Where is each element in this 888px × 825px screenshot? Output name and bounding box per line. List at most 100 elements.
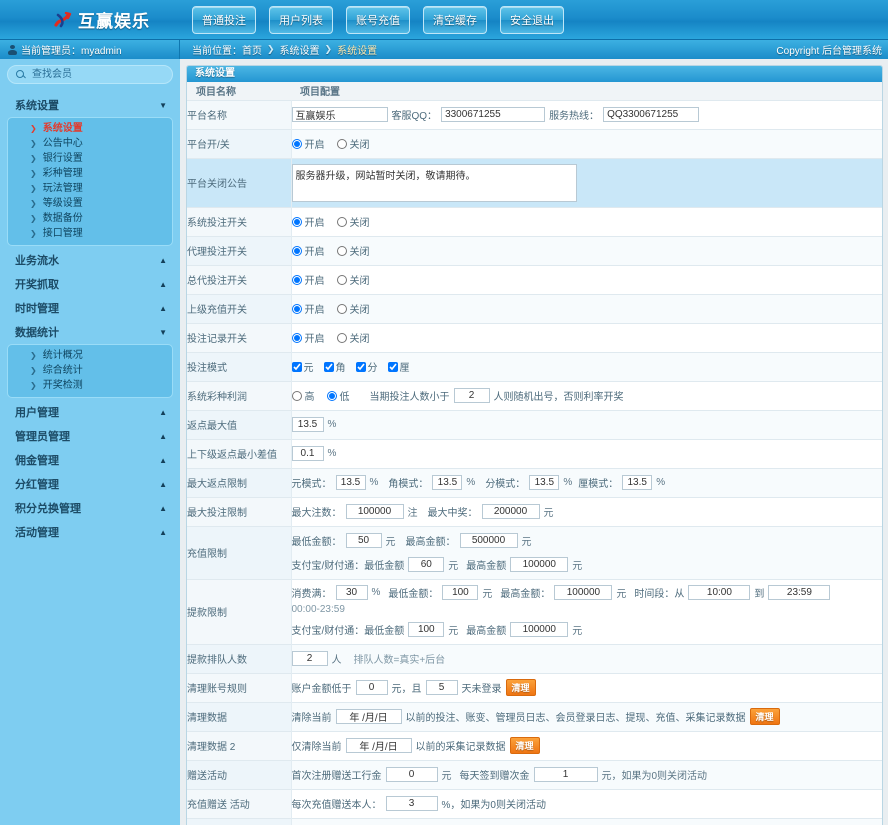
system-bet-on-radio[interactable]	[291, 216, 302, 227]
lottery-profit-high-radio[interactable]	[291, 390, 302, 401]
system-bet-on[interactable]: 开启	[291, 214, 325, 229]
bet-mode-fen-checkbox[interactable]	[355, 361, 366, 372]
clean-data-button[interactable]: 清理	[749, 708, 780, 725]
platform-switch-on[interactable]: 开启	[291, 136, 325, 151]
withdraw-time-from-input[interactable]	[688, 584, 751, 600]
rebate-jiao-input[interactable]	[432, 475, 463, 490]
withdraw-alipay-min-input[interactable]	[408, 622, 445, 637]
recharge-alipay-max-input[interactable]	[510, 557, 569, 572]
sidebar-group-points-exchange-management[interactable]: 积分兑换管理 ▲	[7, 496, 173, 520]
gift-register-input[interactable]	[385, 767, 438, 782]
clean-data2-date-input[interactable]	[345, 738, 412, 753]
withdraw-min-input[interactable]	[442, 584, 479, 600]
recharge-gift-input[interactable]	[385, 796, 438, 811]
bet-record-on[interactable]: 开启	[291, 330, 325, 345]
lottery-profit-high[interactable]: 高	[291, 388, 315, 403]
logo[interactable]: 互赢娱乐	[52, 7, 150, 32]
nav-account-recharge[interactable]: 账号充值	[346, 5, 410, 34]
lottery-profit-low[interactable]: 低	[326, 388, 350, 403]
agent-bet-off[interactable]: 关闭	[336, 243, 370, 258]
upper-recharge-off[interactable]: 关闭	[336, 301, 370, 316]
sidebar-item-interface-management[interactable]: ❯ 接口管理	[8, 227, 172, 241]
system-bet-off-radio[interactable]	[336, 216, 347, 227]
sidebar-item-lottery-management[interactable]: ❯ 彩种管理	[8, 167, 172, 181]
sidebar-item-data-backup[interactable]: ❯ 数据备份	[8, 212, 172, 226]
recharge-max-input[interactable]	[459, 533, 518, 548]
general-agent-bet-off-radio[interactable]	[336, 274, 347, 285]
withdraw-consume-input[interactable]	[335, 584, 368, 600]
upper-recharge-on[interactable]: 开启	[291, 301, 325, 316]
system-bet-off[interactable]: 关闭	[336, 214, 370, 229]
sidebar-group-data-statistics[interactable]: 数据统计 ▼	[7, 320, 173, 344]
lottery-profit-count-input[interactable]	[453, 388, 490, 403]
rebate-fen-input[interactable]	[529, 475, 560, 490]
upper-recharge-off-radio[interactable]	[336, 303, 347, 314]
nav-user-list[interactable]: 用户列表	[269, 5, 333, 34]
agent-bet-on[interactable]: 开启	[291, 243, 325, 258]
search-input[interactable]	[30, 68, 164, 81]
bet-record-off[interactable]: 关闭	[336, 330, 370, 345]
sidebar-group-dividend-management[interactable]: 分红管理 ▲	[7, 472, 173, 496]
platform-switch-on-radio[interactable]	[291, 138, 302, 149]
nav-normal-bet[interactable]: 普通投注	[192, 5, 256, 34]
general-agent-bet-on[interactable]: 开启	[291, 272, 325, 287]
gift-signin-input[interactable]	[533, 767, 598, 782]
close-notice-textarea[interactable]: 服务器升级，网站暂时关闭，敬请期待。	[291, 163, 577, 202]
platform-name-input[interactable]	[291, 107, 388, 122]
nav-clear-cache[interactable]: 清空缓存	[423, 5, 487, 34]
member-search[interactable]	[7, 65, 173, 84]
rebate-li-input[interactable]	[622, 475, 653, 490]
sidebar-item-draw-detection[interactable]: ❯ 开奖检测	[8, 379, 172, 393]
clean-account-button[interactable]: 清理	[505, 679, 536, 696]
clean-data-date-input[interactable]	[335, 709, 402, 724]
upper-recharge-on-radio[interactable]	[291, 303, 302, 314]
recharge-min-input[interactable]	[345, 533, 382, 548]
bet-mode-li[interactable]: 厘	[387, 359, 410, 374]
sidebar-item-comprehensive-statistics[interactable]: ❯ 综合统计	[8, 364, 172, 378]
withdraw-queue-input[interactable]	[291, 651, 328, 666]
sidebar-item-statistics-overview[interactable]: ❯ 统计概况	[8, 349, 172, 363]
service-qq-input[interactable]	[441, 107, 546, 122]
breadcrumb-home[interactable]: 当前位置：首页	[192, 42, 262, 57]
sidebar-item-bank-settings[interactable]: ❯ 银行设置	[8, 152, 172, 166]
max-rebate-input[interactable]	[291, 417, 324, 432]
bet-record-on-radio[interactable]	[291, 332, 302, 343]
sidebar-group-system-settings[interactable]: 系统设置 ▼	[7, 93, 173, 117]
rebate-yuan-input[interactable]	[335, 475, 366, 490]
sidebar-group-draw-fetch[interactable]: 开奖抓取 ▲	[7, 272, 173, 296]
nav-logout[interactable]: 安全退出	[500, 5, 564, 34]
clean-account-days-input[interactable]	[425, 680, 458, 695]
sidebar-group-admin-management[interactable]: 管理员管理 ▲	[7, 424, 173, 448]
agent-bet-on-radio[interactable]	[291, 245, 302, 256]
sidebar-item-playmode-management[interactable]: ❯ 玩法管理	[8, 182, 172, 196]
max-win-input[interactable]	[481, 504, 540, 519]
clean-account-amount-input[interactable]	[355, 680, 388, 695]
service-hotline-input[interactable]	[603, 107, 700, 122]
sidebar-item-notice-center[interactable]: ❯ 公告中心	[8, 137, 172, 151]
min-rebate-diff-input[interactable]	[291, 446, 324, 461]
bet-mode-jiao-checkbox[interactable]	[323, 361, 334, 372]
clean-data2-button[interactable]: 清理	[509, 737, 540, 754]
bet-mode-yuan-checkbox[interactable]	[291, 361, 302, 372]
bet-record-off-radio[interactable]	[336, 332, 347, 343]
withdraw-time-to-input[interactable]	[768, 584, 831, 600]
platform-switch-off[interactable]: 关闭	[336, 136, 370, 151]
lottery-profit-low-radio[interactable]	[326, 390, 337, 401]
general-agent-bet-off[interactable]: 关闭	[336, 272, 370, 287]
platform-switch-off-radio[interactable]	[336, 138, 347, 149]
withdraw-max-input[interactable]	[554, 584, 613, 600]
agent-bet-off-radio[interactable]	[336, 245, 347, 256]
sidebar-item-system-settings[interactable]: ❯ 系统设置	[8, 122, 172, 136]
breadcrumb-section[interactable]: 系统设置	[280, 42, 320, 57]
general-agent-bet-on-radio[interactable]	[291, 274, 302, 285]
bet-mode-fen[interactable]: 分	[355, 359, 378, 374]
sidebar-group-activity-management[interactable]: 活动管理 ▲	[7, 520, 173, 544]
sidebar-group-user-management[interactable]: 用户管理 ▲	[7, 400, 173, 424]
sidebar-group-commission-management[interactable]: 佣金管理 ▲	[7, 448, 173, 472]
withdraw-alipay-max-input[interactable]	[510, 622, 569, 637]
bet-mode-yuan[interactable]: 元	[291, 359, 314, 374]
recharge-alipay-min-input[interactable]	[408, 557, 445, 572]
sidebar-item-level-settings[interactable]: ❯ 等级设置	[8, 197, 172, 211]
bet-mode-jiao[interactable]: 角	[323, 359, 346, 374]
sidebar-group-time-management[interactable]: 时时管理 ▲	[7, 296, 173, 320]
